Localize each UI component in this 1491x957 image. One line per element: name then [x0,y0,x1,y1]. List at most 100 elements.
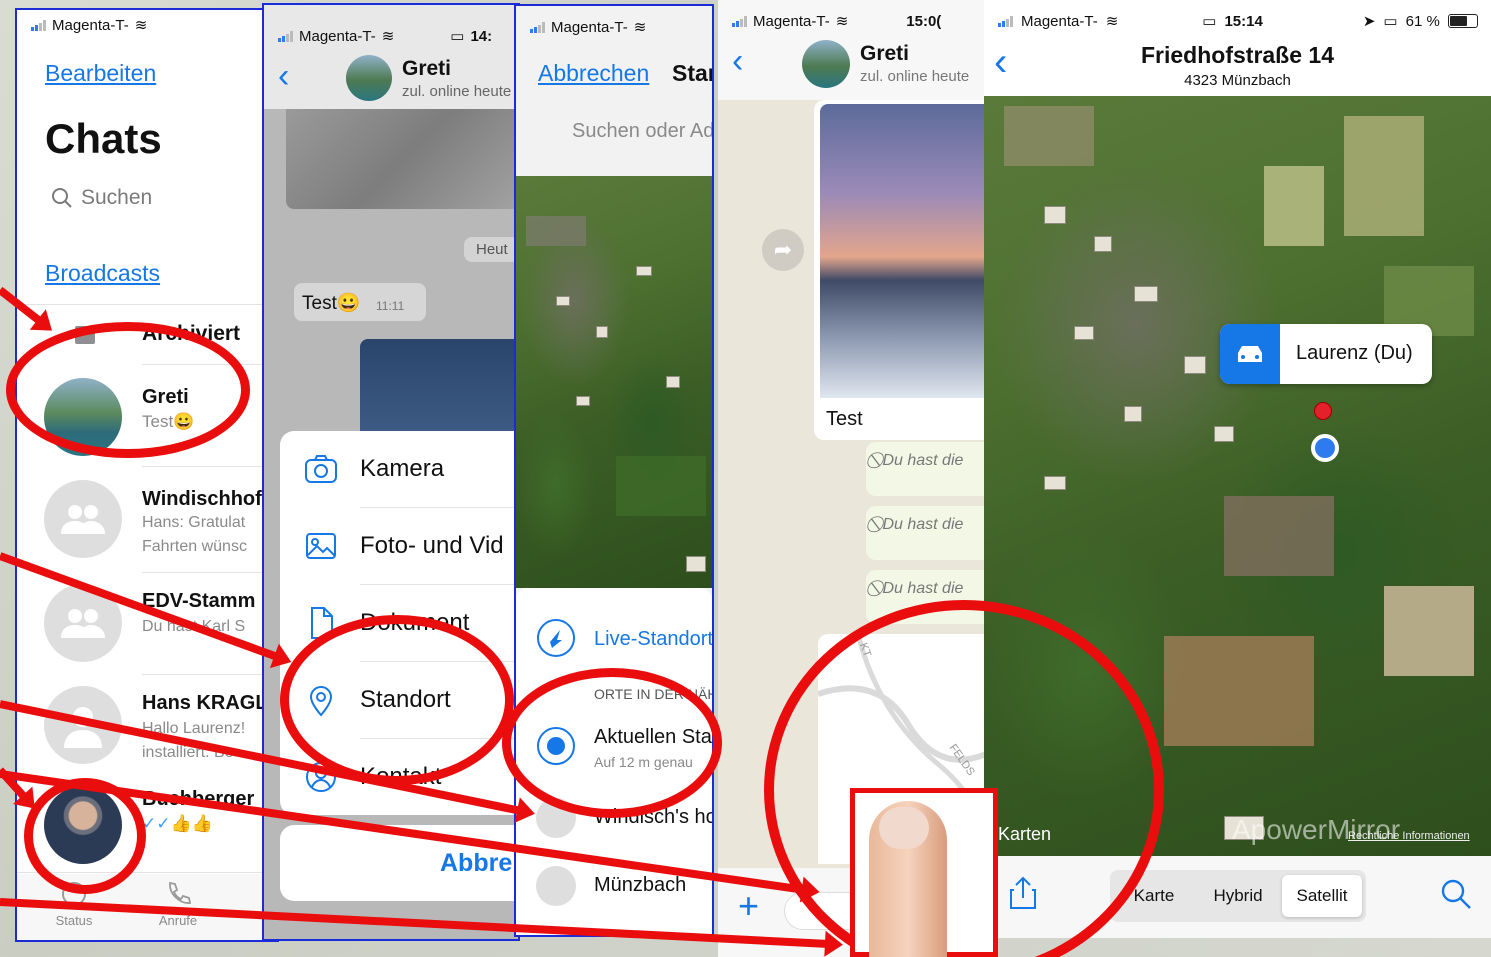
page-title: Chats [45,115,162,162]
carrier-label: Magenta-T- [1021,12,1098,30]
chat-name: Hans KRAGL [142,692,268,714]
highlight-circle [6,322,250,458]
finger-tap-image [850,788,998,957]
back-icon[interactable]: ‹ [732,44,743,78]
image-message [286,109,518,209]
search-field[interactable]: Suchen [51,186,152,210]
group-icon [61,505,105,534]
carrier-label: Magenta-T- [299,27,376,45]
chat-preview: Hans: Gratulat [142,514,246,531]
mountain-photo [820,104,986,398]
callout-label: Laurenz (Du) [1296,342,1413,364]
user-location-dot [1311,434,1339,462]
chat-preview: ✓✓👍👍 [142,814,213,833]
search-placeholder[interactable]: Suchen oder Ad [572,120,712,143]
plus-icon[interactable]: + [738,888,759,924]
wifi-icon: ≋ [381,28,395,45]
group-avatar [44,480,122,558]
contact-name: Greti [860,42,910,65]
signal-icon [732,15,747,27]
map-type-control: Karte Hybrid Satellit [1110,870,1366,922]
location-arrow-icon: ➤ [1362,13,1376,30]
cancel-button[interactable]: Abbre [280,825,518,901]
address-title: Friedhofstraße 14 [1141,42,1334,68]
carrier-label: Magenta-T- [551,18,628,36]
mirror-icon: ▭ [1202,13,1217,30]
camera-icon [305,455,337,483]
message-text: Test😀 [302,293,361,314]
place-icon [536,866,576,906]
chat-row-hans-kragl[interactable]: Hans KRAGL Hallo Laurenz! installiert. B… [17,674,277,778]
maps-header: Magenta-T- ≋ ▭ 15:14 ➤ ▭ 61 % ‹ Friedhof… [984,0,1491,96]
signal-icon [530,21,545,33]
place-label: Münzbach [594,874,687,896]
contact-name: Greti [402,57,452,80]
image-caption: Test [826,408,863,430]
chat-row-edv-stamm[interactable]: EDV-Stamm Du hast Karl S [17,572,277,672]
wifi-icon: ≋ [134,17,148,34]
signal-icon [278,30,293,42]
back-icon[interactable]: ‹ [278,59,289,93]
screen-title: Star [672,60,714,86]
clock: 14: [470,27,493,45]
navbar: Magenta-T- ≋ 15:0( ‹ Greti zul. online h… [718,0,986,100]
avatar [346,55,392,101]
live-location-icon [537,619,575,657]
wifi-icon: ≋ [1105,13,1119,30]
contact-status: zul. online heute [860,68,970,85]
legal-link[interactable]: Rechtliche Informationen [1348,830,1470,842]
tab-label: Status [55,913,93,928]
carrier-label: Magenta-T- [753,12,830,30]
forward-button[interactable]: ➦ [762,229,804,271]
message-bubble: Test😀 11:11 [294,283,426,321]
deleted-message: ⃠ Du hast die [866,506,986,560]
chat-name: Windischhof [142,488,262,510]
cancel-button[interactable]: Abbrechen [538,60,649,87]
menu-label: Foto- und Vid [360,532,504,559]
image-message[interactable]: Test [814,100,986,440]
address-subtitle: 4323 Münzbach [1184,72,1291,89]
highlight-circle [502,668,722,818]
car-icon[interactable] [1220,324,1280,384]
map-pin-icon[interactable] [1314,402,1332,420]
battery-label: 61 % [1405,12,1440,30]
carrier-label: Magenta-T- [52,16,129,34]
mirror-icon: ▭ [450,28,465,45]
photo-icon [306,533,336,559]
date-divider: Heut [464,237,518,262]
message-time: 11:11 [376,299,405,313]
satellite-map[interactable] [516,176,712,588]
chat-preview: Fahrten wünsc [142,538,247,555]
search-placeholder: Suchen [81,186,153,209]
avatar [802,40,850,88]
signal-icon [31,19,46,31]
edit-button[interactable]: Bearbeiten [45,60,156,87]
wifi-icon: ≋ [835,13,849,30]
chat-row-windischhof[interactable]: Windischhof Hans: Gratulat Fahrten wünsc [17,468,277,568]
menu-label: Kamera [360,455,445,482]
search-icon[interactable] [1440,878,1472,910]
phone-icon [169,881,192,904]
highlight-circle [280,615,514,785]
tab-calls[interactable]: Anrufe [151,880,205,928]
cancel-label: Abbre [440,848,513,877]
live-location-label: Live-Standort [594,628,713,650]
seg-hybrid[interactable]: Hybrid [1196,875,1280,917]
group-icon [61,609,105,638]
live-location-row[interactable]: Live-Standort [516,610,712,666]
contact-status: zul. online heute [402,83,512,100]
location-callout[interactable]: Laurenz (Du) [1220,324,1432,384]
menu-photo-video[interactable]: Foto- und Vid [280,508,518,584]
image-message [360,339,518,439]
mirror-icon: ▭ [1383,13,1398,30]
menu-camera[interactable]: Kamera [280,431,518,507]
broadcasts-link[interactable]: Broadcasts [45,260,160,287]
navbar: Magenta-T- ≋ ▭ 14: ‹ Greti zul. online h… [264,5,518,109]
wifi-icon: ≋ [633,19,647,36]
deleted-message: ⃠ Du hast die [866,442,986,496]
clock: 15:0( [906,12,942,30]
search-icon [52,188,72,208]
battery-icon [1447,14,1478,28]
seg-satellite[interactable]: Satellit [1282,875,1362,917]
status-bar: Magenta-T- ≋ [17,10,277,40]
